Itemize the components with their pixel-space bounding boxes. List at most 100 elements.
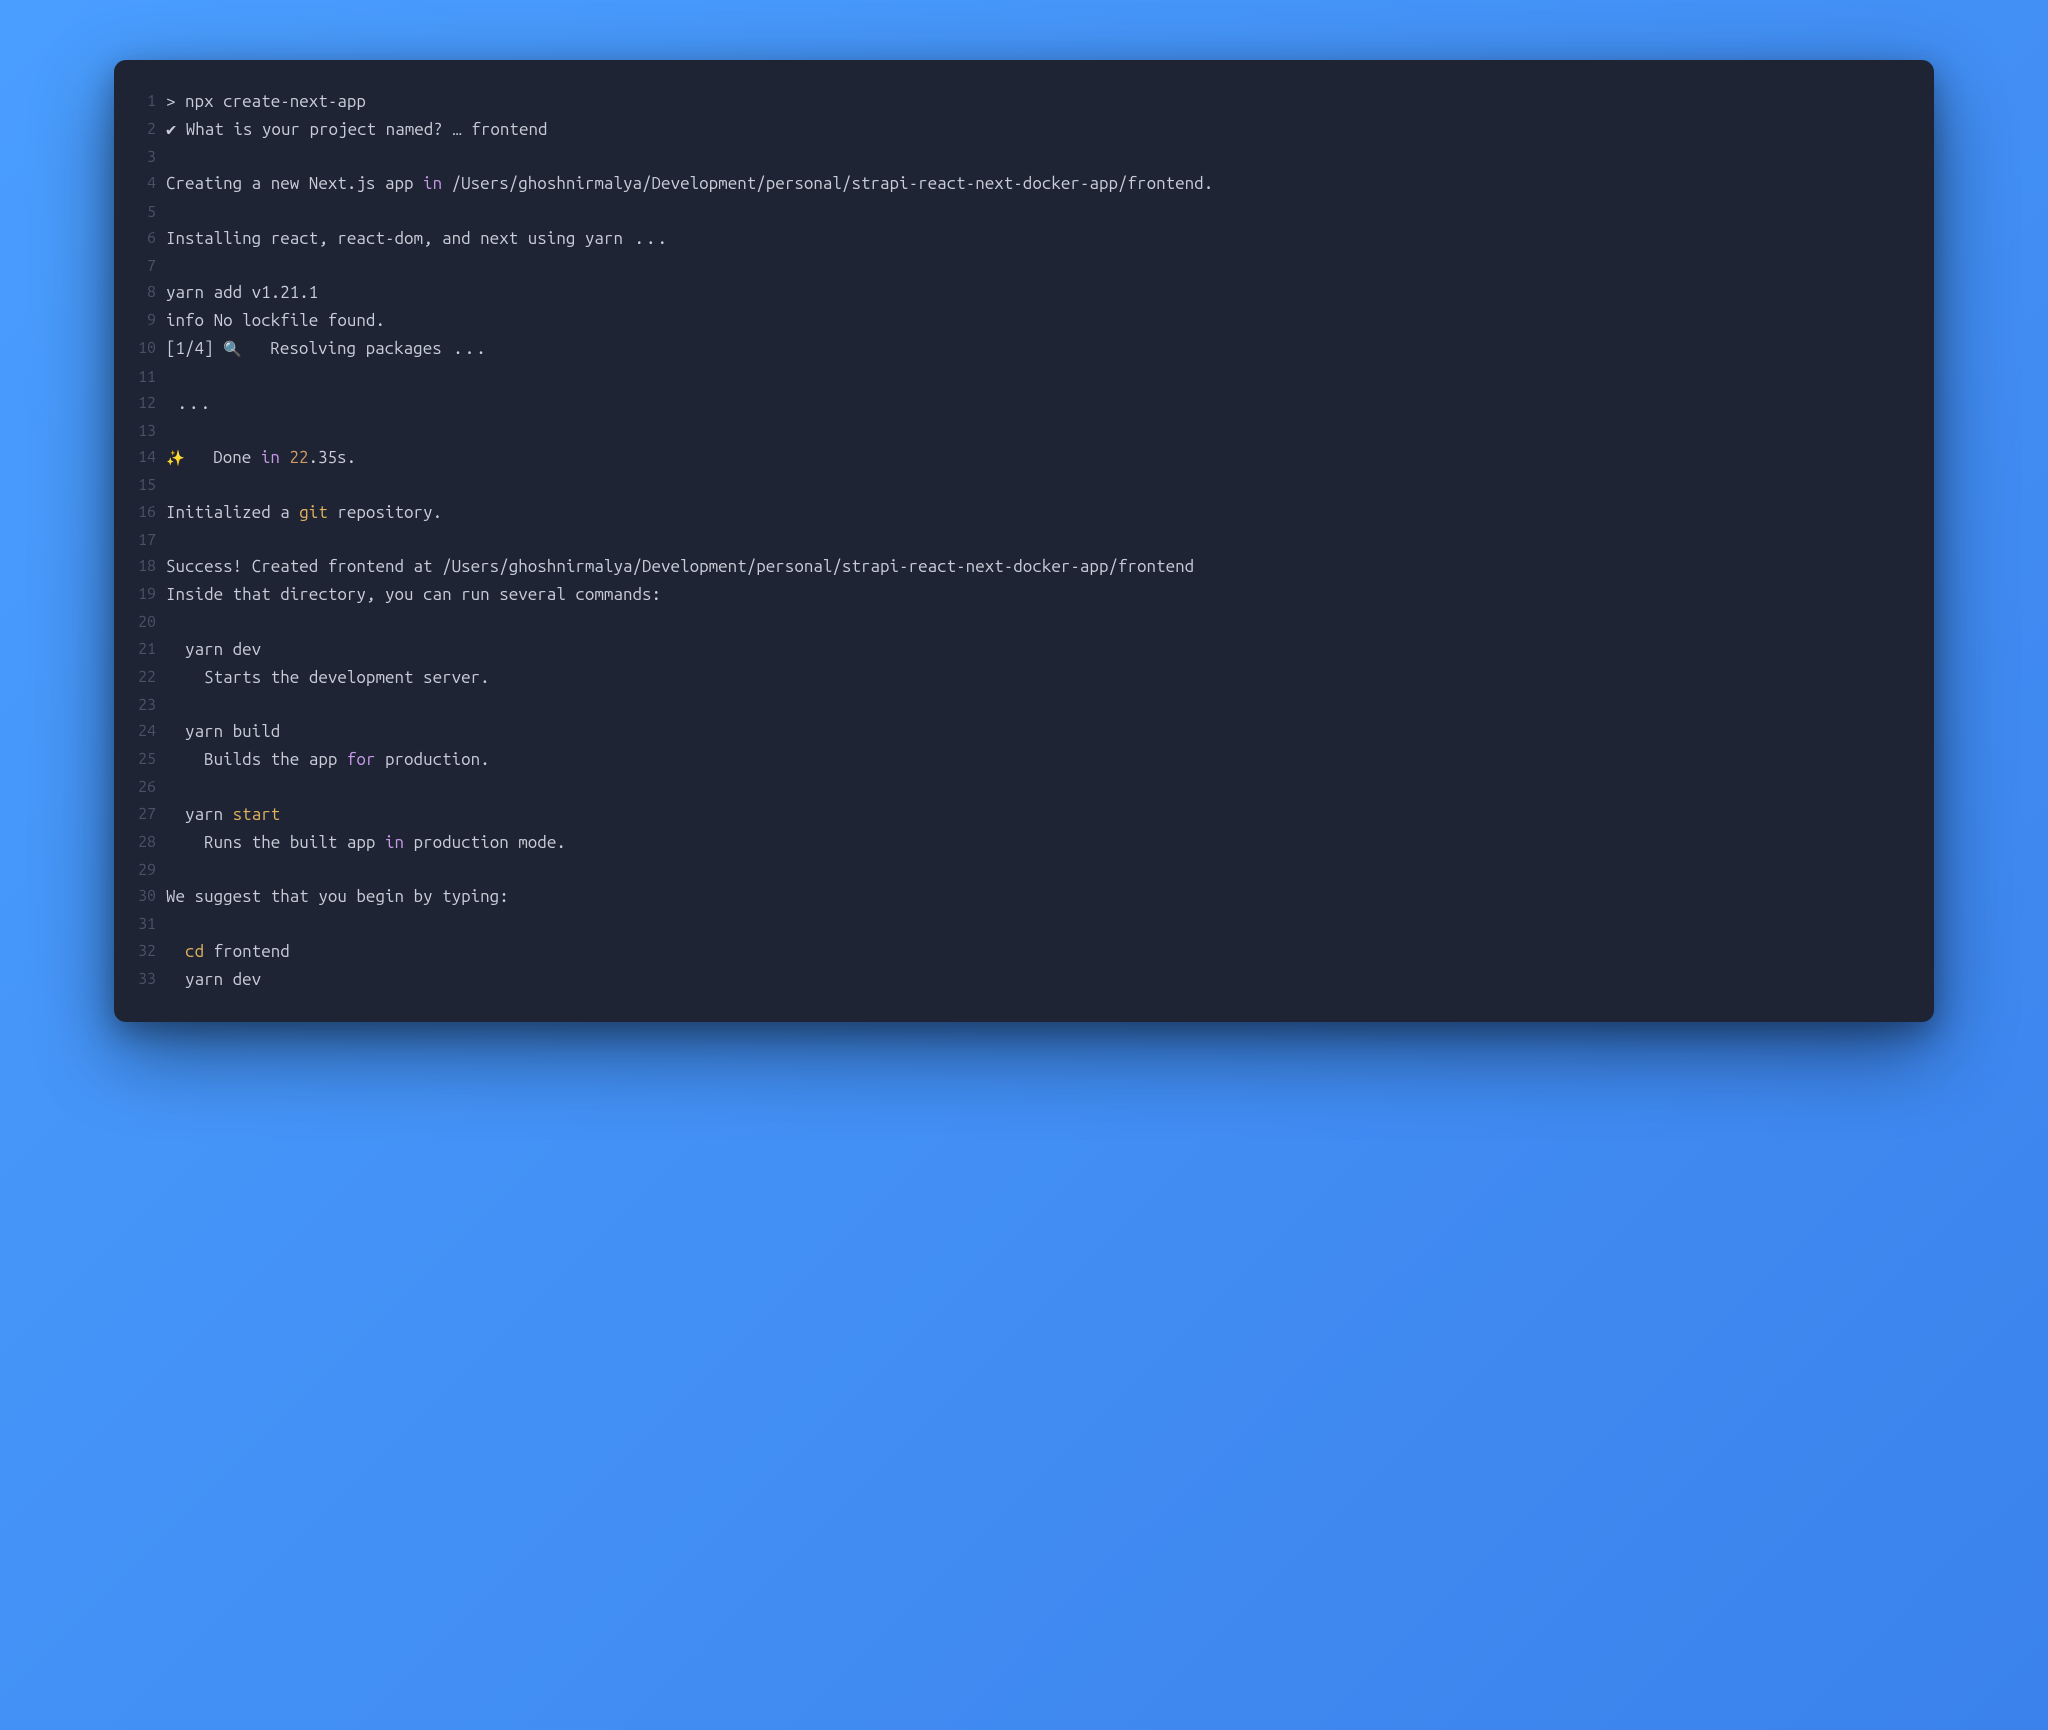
line-number: 15 [132, 472, 166, 498]
line-number: 21 [132, 636, 166, 662]
line-number: 25 [132, 746, 166, 772]
line-content: Starts the development server. [166, 664, 1910, 692]
code-line: 22 Starts the development server. [132, 664, 1910, 692]
code-line: 18Success! Created frontend at /Users/gh… [132, 553, 1910, 581]
line-number: 16 [132, 499, 166, 525]
code-line: 5 [132, 199, 1910, 225]
code-segment: yarn dev [166, 640, 261, 659]
code-segment: Resolving packages [242, 339, 442, 358]
line-number: 1 [132, 88, 166, 114]
line-content: [1/4] 🔍 Resolving packages ... [166, 335, 1910, 363]
code-segment: ... [442, 339, 488, 358]
line-content: Installing react, react-dom, and next us… [166, 225, 1910, 253]
line-number: 32 [132, 938, 166, 964]
line-number: 31 [132, 911, 166, 937]
line-number: 9 [132, 307, 166, 333]
code-line: 26 [132, 774, 1910, 800]
code-line: 11 [132, 364, 1910, 390]
line-number: 30 [132, 883, 166, 909]
line-content: yarn start [166, 801, 1910, 829]
line-number: 22 [132, 664, 166, 690]
code-segment: Starts the development server. [166, 668, 490, 687]
line-number: 12 [132, 390, 166, 416]
code-segment [280, 448, 290, 467]
code-segment: info No lockfile found. [166, 311, 385, 330]
code-line: 2✔ What is your project named? … fronten… [132, 116, 1910, 144]
code-line: 24 yarn build [132, 718, 1910, 746]
line-number: 7 [132, 253, 166, 279]
code-line: 19Inside that directory, you can run sev… [132, 581, 1910, 609]
code-segment: Runs the built app [166, 833, 385, 852]
line-content: > npx create-next-app [166, 88, 1910, 116]
line-content: Runs the built app in production mode. [166, 829, 1910, 857]
code-segment: We suggest that you begin by typing: [166, 887, 509, 906]
code-line: 16Initialized a git repository. [132, 499, 1910, 527]
line-number: 13 [132, 418, 166, 444]
code-line: 21 yarn dev [132, 636, 1910, 664]
code-segment: production mode. [404, 833, 566, 852]
code-segment: .35s. [308, 448, 356, 467]
line-content: Inside that directory, you can run sever… [166, 581, 1910, 609]
code-line: 29 [132, 857, 1910, 883]
code-segment: Inside that directory, you can run sever… [166, 585, 661, 604]
line-number: 28 [132, 829, 166, 855]
code-segment: for [347, 750, 376, 769]
line-number: 33 [132, 966, 166, 992]
line-content: We suggest that you begin by typing: [166, 883, 1910, 911]
code-segment: in [423, 174, 442, 193]
line-number: 20 [132, 609, 166, 635]
code-segment: Initialized a [166, 503, 299, 522]
code-line: 10[1/4] 🔍 Resolving packages ... [132, 335, 1910, 363]
code-line: 1> npx create-next-app [132, 88, 1910, 116]
line-content: info No lockfile found. [166, 307, 1910, 335]
code-segment: ✨ [166, 449, 185, 466]
line-number: 3 [132, 144, 166, 170]
code-segment: yarn [166, 805, 233, 824]
code-line: 8yarn add v1.21.1 [132, 279, 1910, 307]
code-segment: Success! Created frontend at /Users/ghos… [166, 557, 1194, 576]
code-line: 28 Runs the built app in production mode… [132, 829, 1910, 857]
code-segment: in [385, 833, 404, 852]
code-segment: production. [375, 750, 489, 769]
line-number: 29 [132, 857, 166, 883]
line-content: ... [166, 390, 1910, 418]
line-number: 8 [132, 279, 166, 305]
code-line: 12 ... [132, 390, 1910, 418]
line-number: 10 [132, 335, 166, 361]
code-line: 20 [132, 609, 1910, 635]
line-content: Builds the app for production. [166, 746, 1910, 774]
line-number: 4 [132, 170, 166, 196]
code-line: 31 [132, 911, 1910, 937]
code-line: 23 [132, 692, 1910, 718]
line-content: Initialized a git repository. [166, 499, 1910, 527]
line-number: 19 [132, 581, 166, 607]
code-segment: 22 [289, 448, 308, 467]
code-line: 15 [132, 472, 1910, 498]
line-content: yarn build [166, 718, 1910, 746]
line-number: 18 [132, 553, 166, 579]
line-number: 26 [132, 774, 166, 800]
code-segment: /Users/ghoshnirmalya/Development/persona… [442, 174, 1213, 193]
code-segment: yarn build [166, 722, 280, 741]
code-line: 30We suggest that you begin by typing: [132, 883, 1910, 911]
line-content: yarn dev [166, 966, 1910, 994]
code-segment: yarn dev [166, 970, 261, 989]
line-content: Creating a new Next.js app in /Users/gho… [166, 170, 1910, 198]
code-segment: git [299, 503, 328, 522]
code-segment: 🔍 [223, 340, 242, 357]
code-segment: Builds the app [166, 750, 347, 769]
code-line: 14✨ Done in 22.35s. [132, 444, 1910, 472]
code-segment: ✔ What is your project named? … frontend [166, 120, 548, 139]
code-segment: ... [623, 229, 669, 248]
code-segment: start [233, 805, 281, 824]
line-number: 17 [132, 527, 166, 553]
code-line: 27 yarn start [132, 801, 1910, 829]
code-segment: in [261, 448, 280, 467]
terminal-window: 1> npx create-next-app2✔ What is your pr… [114, 60, 1934, 1022]
code-segment: repository. [328, 503, 442, 522]
terminal-output: 1> npx create-next-app2✔ What is your pr… [132, 88, 1910, 994]
code-line: 9info No lockfile found. [132, 307, 1910, 335]
line-content: ✔ What is your project named? … frontend [166, 116, 1910, 144]
code-segment: [1/4] [166, 339, 223, 358]
line-number: 24 [132, 718, 166, 744]
